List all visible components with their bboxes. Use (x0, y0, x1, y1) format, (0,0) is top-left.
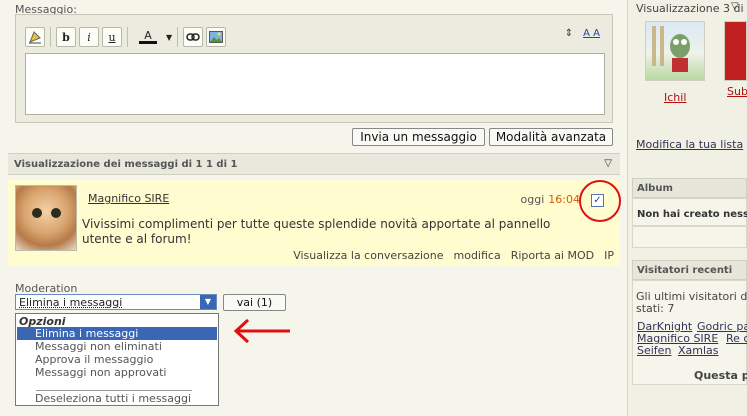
main-content: Messaggio: b i u A ▼ ⇕ A A Invia un mess… (0, 0, 627, 416)
link-icon[interactable] (183, 27, 203, 47)
resize-icon[interactable]: ⇕ (565, 28, 573, 39)
moderation-select[interactable]: Elimina i messaggi ▼ (15, 294, 217, 310)
dropdown-option[interactable]: Elimina i messaggi (17, 327, 217, 340)
underline-button[interactable]: u (102, 27, 122, 47)
avatar (15, 185, 77, 251)
friends-title: Visualizzazione 3 di (636, 2, 744, 15)
album-footer (632, 226, 747, 248)
color-underline-bar (139, 41, 157, 44)
post-time: 16:04 (548, 193, 580, 206)
visitor-link[interactable]: Re c (726, 332, 747, 345)
moderation-dropdown: Opzioni Elimina i messaggi Messaggi non … (15, 313, 219, 406)
thread-header: Visualizzazione dei messaggi di 1 1 di 1… (8, 153, 620, 175)
image-icon[interactable] (206, 27, 226, 47)
visitor-link[interactable]: Seifen (637, 344, 671, 357)
bold-button[interactable]: b (56, 27, 76, 47)
edit-link[interactable]: modifica (454, 249, 501, 262)
dropdown-option[interactable]: Messaggi non eliminati (17, 340, 217, 353)
visitor-link[interactable]: Xamlas (678, 344, 719, 357)
report-link[interactable]: Riporta ai MOD (511, 249, 594, 262)
post-date: oggi 16:04 (521, 193, 580, 206)
go-button[interactable]: vai (1) (223, 294, 286, 311)
chevron-down-icon[interactable]: ▽ (731, 1, 739, 12)
ip-link[interactable]: IP (604, 249, 614, 262)
editor-right-tools: ⇕ A A (565, 28, 600, 39)
visitors-header: Visitatori recenti (632, 260, 747, 280)
message-textarea[interactable] (25, 53, 605, 115)
post-actions: Visualizza la conversazione modifica Rip… (293, 249, 614, 262)
visitors-count: stati: 7 (636, 302, 674, 315)
thread-header-title: Visualizzazione dei messaggi di 1 1 di 1 (14, 159, 237, 170)
text-size-icon[interactable]: A A (583, 28, 600, 39)
font-color-icon: A (144, 31, 152, 41)
toolbar-divider (50, 27, 51, 47)
edit-friends-link[interactable]: Modifica la tua lista (636, 138, 743, 151)
advanced-mode-button[interactable]: Modalità avanzata (489, 128, 613, 146)
send-message-button[interactable]: Invia un messaggio (352, 128, 485, 146)
album-empty-text: Non hai creato ness (637, 209, 747, 220)
album-box: Non hai creato ness (632, 198, 747, 226)
highlight-circle (579, 180, 621, 222)
red-arrow-icon (232, 318, 292, 344)
avatar-eye (32, 208, 42, 218)
dropdown-option[interactable]: Messaggi non approvati (17, 366, 217, 379)
post-username[interactable]: Magnifico SIRE (88, 192, 169, 205)
post-body: Vivissimi complimenti per tutte queste s… (82, 217, 592, 247)
dropdown-option[interactable]: Approva il messaggio (17, 353, 217, 366)
avatar-eye (51, 208, 61, 218)
chevron-down-icon: ▼ (166, 33, 172, 42)
font-color-button[interactable]: A (133, 27, 163, 47)
collapse-icon[interactable]: ▽ (604, 158, 612, 169)
post-row: Magnifico SIRE oggi 16:04 ✓ Vivissimi com… (8, 180, 620, 266)
editor-toolbar: b i u A ▼ (25, 24, 226, 50)
dropdown-divider (36, 390, 192, 391)
italic-button[interactable]: i (79, 27, 99, 47)
chevron-down-icon[interactable]: ▼ (200, 295, 216, 309)
toolbar-divider (127, 27, 128, 47)
album-header: Album (632, 178, 747, 198)
toolbar-divider (177, 27, 178, 47)
dropdown-option[interactable]: Deseleziona tutti i messaggi (17, 392, 217, 405)
friend-name-link[interactable]: Ichil (664, 91, 686, 104)
post-date-day: oggi (521, 193, 545, 206)
clear-format-icon[interactable] (25, 27, 45, 47)
message-editor: b i u A ▼ ⇕ A A (15, 14, 613, 123)
view-conversation-link[interactable]: Visualizza la conversazione (293, 249, 443, 262)
friend-avatar[interactable] (724, 21, 747, 81)
moderation-selected-value: Elimina i messaggi (19, 296, 122, 309)
friend-avatar[interactable] (645, 21, 705, 81)
friend-name-link[interactable]: Sub (727, 85, 747, 98)
page-footer-text: Questa pa (694, 369, 747, 382)
